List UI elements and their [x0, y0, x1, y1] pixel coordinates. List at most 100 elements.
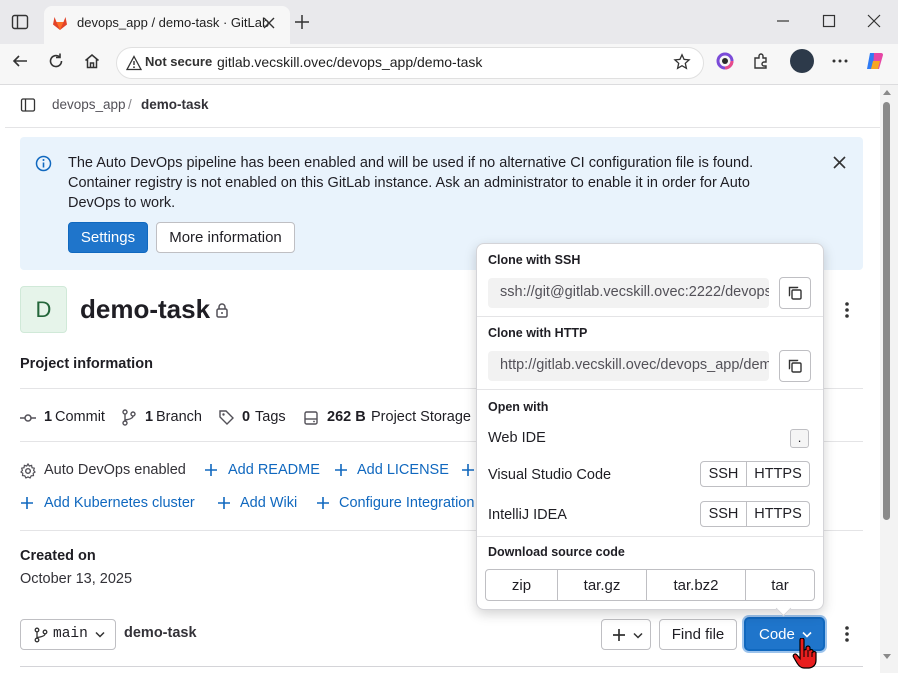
project-title: demo-task [80, 294, 211, 324]
repo-path[interactable]: demo-task [124, 625, 197, 641]
settings-gear-icon [20, 463, 36, 479]
commits-label: Commit [55, 409, 105, 425]
storage-label: Project Storage [371, 409, 471, 425]
code-button-label: Code [759, 626, 795, 643]
http-url-field[interactable]: http://gitlab.vecskill.ovec/devops_app/d… [488, 351, 769, 381]
commit-icon [20, 410, 36, 426]
home-icon[interactable] [83, 52, 101, 70]
address-bar[interactable]: Not secure gitlab.vecskill.ovec/devops_a… [116, 47, 704, 79]
dismiss-alert-icon[interactable] [833, 156, 846, 169]
project-information-heading: Project information [20, 356, 153, 372]
file-list-top-border [20, 666, 863, 667]
scroll-up-icon[interactable] [882, 88, 892, 96]
tags-count: 0 [242, 409, 251, 425]
alert-text-line1: The Auto DevOps pipeline has been enable… [68, 155, 754, 171]
add-kubernetes-cluster-link[interactable]: Add Kubernetes cluster [44, 495, 195, 511]
branch-name: main [53, 626, 88, 642]
web-ide-shortcut-key: . [790, 429, 809, 448]
add-readme-link[interactable]: Add README [228, 462, 320, 478]
copilot-icon[interactable] [865, 51, 885, 71]
header-divider [5, 127, 880, 128]
extensions-icon[interactable] [752, 52, 770, 70]
plus-icon [217, 496, 231, 510]
minimize-icon[interactable] [776, 14, 790, 28]
repo-actions-kebab-icon[interactable] [839, 625, 855, 643]
plus-icon [316, 496, 330, 510]
intellij-https-button[interactable]: HTTPS [746, 501, 810, 527]
download-source-heading: Download source code [488, 545, 625, 559]
storage-size: 262 B [327, 409, 366, 425]
back-icon[interactable] [11, 52, 29, 70]
warning-icon [126, 55, 142, 71]
download-zip-button[interactable]: zip [485, 569, 558, 601]
web-ide-label: Web IDE [488, 430, 546, 446]
intellij-label: IntelliJ IDEA [488, 507, 567, 523]
favorite-star-icon[interactable] [673, 53, 691, 71]
alert-text-line2: Container registry is not enabled on thi… [68, 175, 750, 191]
vscode-ssh-button[interactable]: SSH [700, 461, 747, 487]
new-tab-icon[interactable] [293, 13, 311, 31]
color-extension-icon[interactable] [716, 52, 734, 70]
copy-icon [787, 285, 803, 301]
dropdown-divider [477, 389, 823, 390]
sidebar-toggle-icon[interactable] [20, 97, 36, 113]
more-information-button[interactable]: More information [156, 222, 295, 253]
scrollbar-thumb[interactable] [883, 102, 890, 520]
plus-icon [334, 463, 348, 477]
scroll-down-icon[interactable] [882, 653, 892, 661]
breadcrumb-group-link[interactable]: devops_app [52, 97, 126, 112]
browser-tab-active[interactable]: devops_app / demo-task · GitLab [44, 6, 290, 44]
reload-icon[interactable] [47, 52, 65, 70]
alert-text-line3: DevOps to work. [68, 195, 176, 211]
download-tar-button[interactable]: tar [745, 569, 815, 601]
branches-count: 1 [145, 409, 154, 425]
add-file-dropdown[interactable] [601, 619, 651, 650]
branches-label: Branch [156, 409, 202, 425]
ssh-url-field[interactable]: ssh://git@gitlab.vecskill.ovec:2222/devo… [488, 278, 769, 308]
add-license-link[interactable]: Add LICENSE [357, 462, 449, 478]
info-icon [35, 155, 52, 172]
tag-icon [218, 409, 235, 426]
add-wiki-link[interactable]: Add Wiki [240, 495, 297, 511]
security-label[interactable]: Not secure [145, 54, 212, 69]
breadcrumb-separator: / [128, 97, 132, 112]
branch-icon [34, 627, 48, 643]
close-tab-icon[interactable] [262, 16, 276, 30]
breadcrumb-project[interactable]: demo-task [141, 97, 209, 112]
plus-icon [20, 496, 34, 510]
branch-selector[interactable]: main [20, 619, 116, 650]
tab-actions-icon[interactable] [11, 13, 29, 31]
maximize-icon[interactable] [822, 14, 836, 28]
copy-http-button[interactable] [779, 350, 811, 382]
download-tar-bz2-button[interactable]: tar.bz2 [646, 569, 746, 601]
created-on-date: October 13, 2025 [20, 571, 133, 587]
intellij-ssh-button[interactable]: SSH [700, 501, 747, 527]
commits-count: 1 [44, 409, 53, 425]
auto-devops-enabled-link[interactable]: Auto DevOps enabled [44, 462, 186, 478]
more-options-icon[interactable] [831, 52, 849, 70]
plus-icon [204, 463, 218, 477]
tab-title: devops_app / demo-task · GitLab [77, 15, 270, 30]
hand-cursor-icon [792, 638, 818, 670]
vscode-label: Visual Studio Code [488, 467, 612, 483]
download-tar-gz-button[interactable]: tar.gz [557, 569, 647, 601]
url-text[interactable]: gitlab.vecskill.ovec/devops_app/demo-tas… [217, 54, 482, 70]
tags-label: Tags [255, 409, 286, 425]
profile-avatar[interactable] [790, 49, 814, 73]
clone-http-heading: Clone with HTTP [488, 326, 588, 340]
storage-icon [303, 410, 319, 426]
project-avatar[interactable]: D [20, 286, 67, 333]
vscode-https-button[interactable]: HTTPS [746, 461, 810, 487]
gitlab-favicon-icon [52, 15, 68, 31]
configure-integrations-link[interactable]: Configure Integration [339, 495, 474, 511]
copy-ssh-button[interactable] [779, 277, 811, 309]
close-window-icon[interactable] [867, 14, 881, 28]
find-file-button[interactable]: Find file [659, 619, 737, 650]
project-actions-kebab-icon[interactable] [839, 301, 855, 319]
dropdown-divider [477, 316, 823, 317]
chevron-down-icon [95, 631, 105, 639]
settings-button[interactable]: Settings [68, 222, 148, 253]
created-on-label: Created on [20, 548, 96, 564]
plus-icon [461, 463, 475, 477]
dropdown-divider [477, 536, 823, 537]
